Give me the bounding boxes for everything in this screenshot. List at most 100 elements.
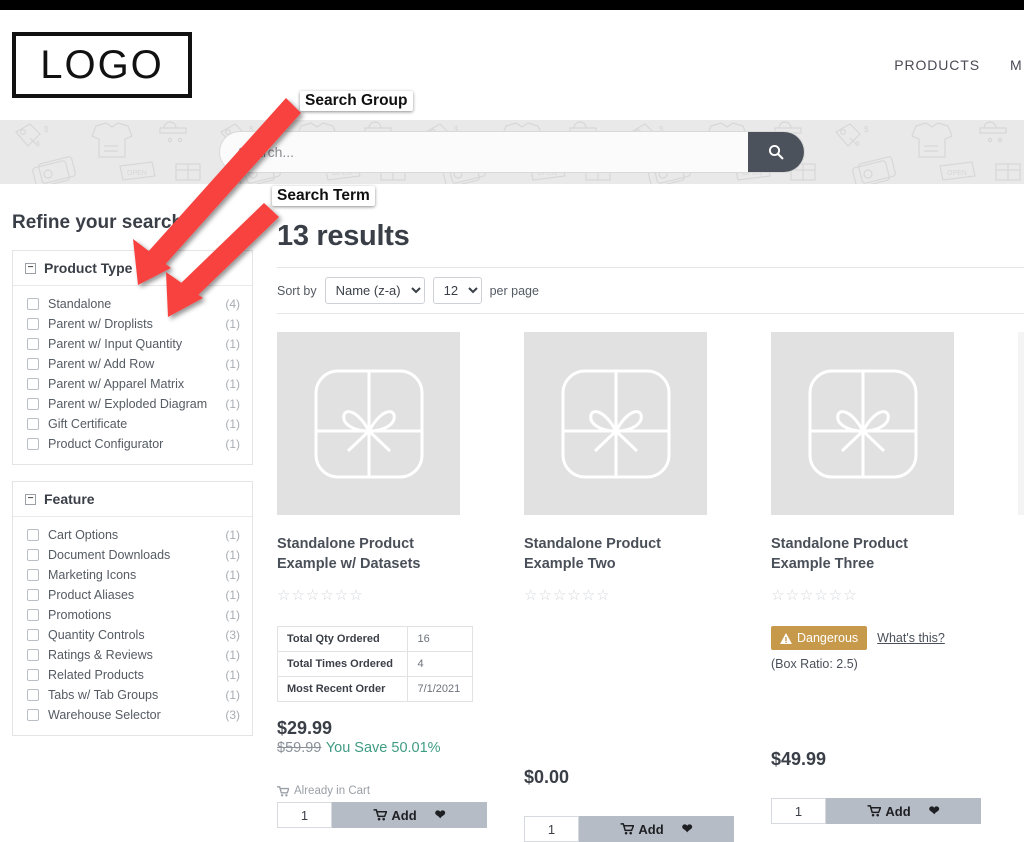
browser-top-bar <box>0 0 1024 10</box>
product-card[interactable]: Standalone Product Example w/ Datasets ☆… <box>276 332 524 842</box>
checkbox[interactable] <box>27 589 39 601</box>
add-to-cart-button[interactable]: Add ❤ <box>826 798 981 825</box>
facet-product-type-options: Standalone (4) Parent w/ Droplists (1) P… <box>13 286 252 464</box>
quantity-input[interactable]: 1 <box>277 802 332 829</box>
facet-option-count: (1) <box>225 317 240 331</box>
product-title[interactable]: Standalone Product Example Two <box>524 535 724 574</box>
facet-option-parent-droplists[interactable]: Parent w/ Droplists (1) <box>13 314 252 334</box>
per-page-select[interactable]: 12 <box>432 277 482 304</box>
whats-this-link[interactable]: What's this? <box>877 631 945 645</box>
facet-option-parent-add-row[interactable]: Parent w/ Add Row (1) <box>13 354 252 374</box>
heart-icon[interactable]: ❤ <box>435 807 446 823</box>
search-submit-button[interactable] <box>748 132 804 172</box>
product-card[interactable]: Standalone Product Example Three ☆☆☆☆☆☆ … <box>771 332 1018 842</box>
status-badge-label: Dangerous <box>797 631 859 646</box>
facet-product-type-header[interactable]: − Product Type <box>13 251 252 286</box>
checkbox[interactable] <box>27 669 39 681</box>
checkbox[interactable] <box>27 438 39 450</box>
product-title[interactable]: Standalone Product Example Three <box>771 535 971 574</box>
product-price-savings: You Save 50.01% <box>325 740 441 757</box>
already-in-cart-label: Already in Cart <box>294 785 371 798</box>
facet-option-product-aliases[interactable]: Product Aliases (1) <box>13 585 252 605</box>
facet-option-parent-apparel-matrix[interactable]: Parent w/ Apparel Matrix (1) <box>13 374 252 394</box>
product-thumbnail[interactable] <box>524 332 707 515</box>
facet-option-label: Parent w/ Droplists <box>48 317 153 331</box>
checkbox[interactable] <box>27 298 39 310</box>
facet-option-gift-certificate[interactable]: Gift Certificate (1) <box>13 414 252 434</box>
checkbox[interactable] <box>27 689 39 701</box>
facet-option-count: (1) <box>225 528 240 542</box>
product-rating-stars[interactable]: ☆☆☆☆☆☆ <box>524 586 771 604</box>
checkbox[interactable] <box>27 318 39 330</box>
checkbox[interactable] <box>27 649 39 661</box>
facet-option-promotions[interactable]: Promotions (1) <box>13 605 252 625</box>
product-card[interactable]: Standalone Product Example Two ☆☆☆☆☆☆ $0… <box>524 332 771 842</box>
facet-product-type-title: Product Type <box>44 260 133 276</box>
product-thumbnail[interactable] <box>1018 332 1024 515</box>
heart-icon[interactable]: ❤ <box>682 821 693 837</box>
heart-icon[interactable]: ❤ <box>929 803 940 819</box>
facet-option-label: Standalone <box>48 297 112 311</box>
facet-option-count: (1) <box>225 648 240 662</box>
checkbox[interactable] <box>27 549 39 561</box>
facet-option-count: (1) <box>225 417 240 431</box>
product-price-original: $59.99 <box>277 740 322 757</box>
site-logo[interactable]: LOGO <box>12 32 192 98</box>
add-to-cart-button[interactable]: Add ❤ <box>579 816 734 842</box>
refine-search-title: Refine your search <box>12 212 184 233</box>
checkbox[interactable] <box>27 378 39 390</box>
search-group[interactable] <box>220 132 804 172</box>
gift-box-placeholder-icon <box>314 369 423 478</box>
quantity-input[interactable]: 1 <box>524 816 579 842</box>
quantity-input[interactable]: 1 <box>771 798 826 825</box>
status-badge: Dangerous <box>771 626 868 651</box>
sort-by-label: Sort by <box>277 283 317 298</box>
facet-option-count: (1) <box>225 608 240 622</box>
facet-option-tabs-tab-groups[interactable]: Tabs w/ Tab Groups (1) <box>13 685 252 705</box>
facet-option-count: (3) <box>225 708 240 722</box>
sort-by-select[interactable]: Name (z-a) <box>324 277 425 304</box>
checkbox[interactable] <box>27 529 39 541</box>
facet-option-parent-exploded-diagram[interactable]: Parent w/ Exploded Diagram (1) <box>13 394 252 414</box>
product-card-clipped[interactable] <box>1018 332 1024 842</box>
product-thumbnail[interactable] <box>277 332 460 515</box>
nav-link-clipped[interactable]: M <box>1010 57 1024 73</box>
add-to-cart-row: 1 Add ❤ <box>771 798 981 825</box>
dataset-key: Most Recent Order <box>276 676 409 703</box>
facet-option-standalone[interactable]: Standalone (4) <box>13 294 252 314</box>
nav-link-products[interactable]: PRODUCTS <box>894 57 980 73</box>
facet-option-label: Related Products <box>48 668 144 682</box>
search-input[interactable] <box>220 132 748 172</box>
checkbox[interactable] <box>27 358 39 370</box>
checkbox[interactable] <box>27 338 39 350</box>
cart-icon <box>277 785 289 797</box>
facet-option-count: (1) <box>225 568 240 582</box>
facet-option-related-products[interactable]: Related Products (1) <box>13 665 252 685</box>
refine-sidebar: Refine your search − Product Type Standa… <box>0 184 253 752</box>
facet-feature-header[interactable]: − Feature <box>13 482 252 517</box>
minus-square-icon[interactable]: − <box>25 262 36 274</box>
checkbox[interactable] <box>27 418 39 430</box>
checkbox[interactable] <box>27 569 39 581</box>
product-rating-stars[interactable]: ☆☆☆☆☆☆ <box>277 586 524 604</box>
facet-option-cart-options[interactable]: Cart Options (1) <box>13 525 252 545</box>
facet-option-document-downloads[interactable]: Document Downloads (1) <box>13 545 252 565</box>
minus-square-icon[interactable]: − <box>25 493 36 505</box>
product-price: $0.00 <box>524 767 570 788</box>
product-title[interactable]: Standalone Product Example w/ Datasets <box>277 535 477 574</box>
checkbox[interactable] <box>27 629 39 641</box>
checkbox[interactable] <box>27 609 39 621</box>
checkbox[interactable] <box>27 398 39 410</box>
facet-option-marketing-icons[interactable]: Marketing Icons (1) <box>13 565 252 585</box>
facet-option-product-configurator[interactable]: Product Configurator (1) <box>13 434 252 454</box>
facet-option-warehouse-selector[interactable]: Warehouse Selector (3) <box>13 705 252 725</box>
facet-option-quantity-controls[interactable]: Quantity Controls (3) <box>13 625 252 645</box>
already-in-cart-notice: Already in Cart <box>277 785 524 797</box>
checkbox[interactable] <box>27 709 39 721</box>
warning-triangle-icon <box>780 632 792 644</box>
product-thumbnail[interactable] <box>771 332 954 515</box>
facet-option-parent-input-quantity[interactable]: Parent w/ Input Quantity (1) <box>13 334 252 354</box>
facet-option-ratings-reviews[interactable]: Ratings & Reviews (1) <box>13 645 252 665</box>
product-rating-stars[interactable]: ☆☆☆☆☆☆ <box>771 586 1018 604</box>
add-to-cart-button[interactable]: Add ❤ <box>332 802 487 829</box>
